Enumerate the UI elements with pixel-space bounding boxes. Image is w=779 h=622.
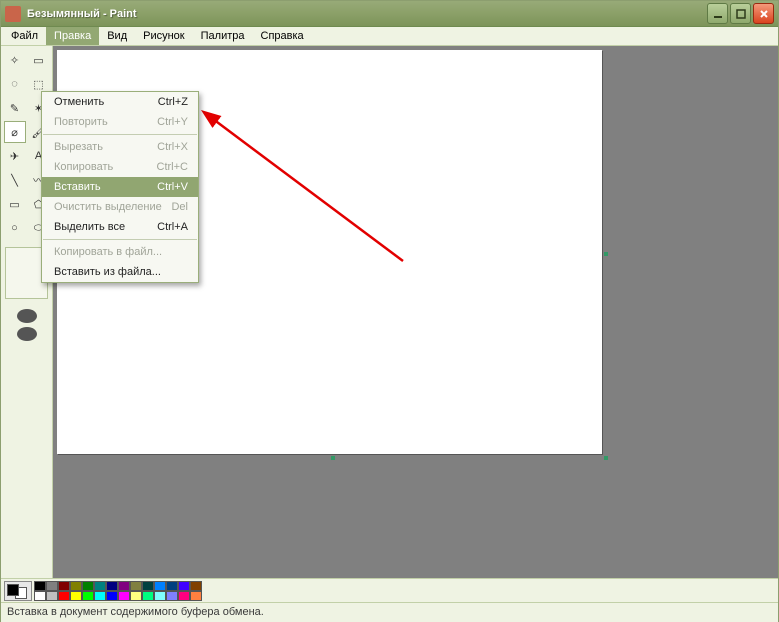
tool-button[interactable]: ✈ [4, 145, 26, 167]
menu-файл[interactable]: Файл [3, 27, 46, 45]
resize-handle[interactable] [604, 456, 608, 460]
color-swatch[interactable] [154, 581, 166, 591]
app-icon [5, 6, 21, 22]
resize-handle[interactable] [604, 252, 608, 256]
color-swatch[interactable] [46, 581, 58, 591]
window-controls [707, 3, 774, 24]
color-swatch[interactable] [106, 581, 118, 591]
color-swatch[interactable] [34, 581, 46, 591]
menu-item--[interactable]: Вставить из файла... [42, 262, 198, 282]
tool-button[interactable]: ✧ [4, 49, 26, 71]
tool-button[interactable]: ✎ [4, 97, 26, 119]
window-title: Безымянный - Paint [27, 8, 707, 20]
color-swatch[interactable] [94, 581, 106, 591]
menu-правка[interactable]: Правка [46, 27, 99, 45]
color-swatch[interactable] [190, 591, 202, 601]
color-swatch[interactable] [130, 581, 142, 591]
color-swatch[interactable] [70, 591, 82, 601]
titlebar[interactable]: Безымянный - Paint [1, 1, 778, 27]
close-button[interactable] [753, 3, 774, 24]
status-text: Вставка в документ содержимого буфера об… [7, 606, 264, 618]
menu-separator [43, 134, 197, 135]
menu-рисунок[interactable]: Рисунок [135, 27, 193, 45]
brush-shapes [17, 309, 37, 341]
palette-bar [1, 578, 778, 602]
color-swatch[interactable] [142, 591, 154, 601]
color-swatch[interactable] [94, 591, 106, 601]
menu-item--[interactable]: Выделить всеCtrl+A [42, 217, 198, 237]
statusbar: Вставка в документ содержимого буфера об… [1, 602, 778, 622]
color-swatch[interactable] [118, 581, 130, 591]
color-swatch[interactable] [166, 591, 178, 601]
menu-вид[interactable]: Вид [99, 27, 135, 45]
tool-button[interactable]: ⌀ [4, 121, 26, 143]
minimize-button[interactable] [707, 3, 728, 24]
color-swatches [34, 581, 202, 601]
workarea: ✧▭◌⬚✎✶⌀🖌✈A╲〰▭⬠○⬭ ОтменитьCtrl+ZПовторить… [1, 46, 778, 578]
color-swatch[interactable] [154, 591, 166, 601]
brush-shape-icon[interactable] [17, 327, 37, 341]
tool-button[interactable]: ○ [4, 217, 26, 239]
menu-справка[interactable]: Справка [253, 27, 312, 45]
resize-handle[interactable] [331, 456, 335, 460]
tool-button[interactable]: ▭ [28, 49, 50, 71]
app-window: Безымянный - Paint ФайлПравкаВидРисунокП… [0, 0, 779, 622]
color-swatch[interactable] [46, 591, 58, 601]
current-colors[interactable] [4, 581, 32, 601]
color-swatch[interactable] [178, 591, 190, 601]
menubar: ФайлПравкаВидРисунокПалитраСправка [1, 27, 778, 46]
foreground-color-swatch [7, 584, 19, 596]
menu-item--: ВырезатьCtrl+X [42, 137, 198, 157]
tool-button[interactable]: ◌ [4, 73, 26, 95]
color-swatch[interactable] [82, 591, 94, 601]
menu-палитра[interactable]: Палитра [193, 27, 253, 45]
maximize-button[interactable] [730, 3, 751, 24]
tool-button[interactable]: ╲ [4, 169, 26, 191]
menu-item--[interactable]: ОтменитьCtrl+Z [42, 92, 198, 112]
menu-item--: ПовторитьCtrl+Y [42, 112, 198, 132]
menu-item--: Копировать в файл... [42, 242, 198, 262]
menu-item--[interactable]: ВставитьCtrl+V [42, 177, 198, 197]
color-swatch[interactable] [34, 591, 46, 601]
menu-item--: Очистить выделениеDel [42, 197, 198, 217]
color-swatch[interactable] [58, 591, 70, 601]
color-swatch[interactable] [58, 581, 70, 591]
edit-menu-dropdown: ОтменитьCtrl+ZПовторитьCtrl+Y ВырезатьCtr… [41, 91, 199, 283]
color-swatch[interactable] [82, 581, 94, 591]
color-swatch[interactable] [106, 591, 118, 601]
brush-shape-icon[interactable] [17, 309, 37, 323]
color-swatch[interactable] [190, 581, 202, 591]
color-swatch[interactable] [70, 581, 82, 591]
color-swatch[interactable] [166, 581, 178, 591]
color-swatch[interactable] [142, 581, 154, 591]
menu-item--: КопироватьCtrl+C [42, 157, 198, 177]
color-swatch[interactable] [130, 591, 142, 601]
color-swatch[interactable] [118, 591, 130, 601]
color-swatch[interactable] [178, 581, 190, 591]
tool-button[interactable]: ▭ [4, 193, 26, 215]
menu-separator [43, 239, 197, 240]
